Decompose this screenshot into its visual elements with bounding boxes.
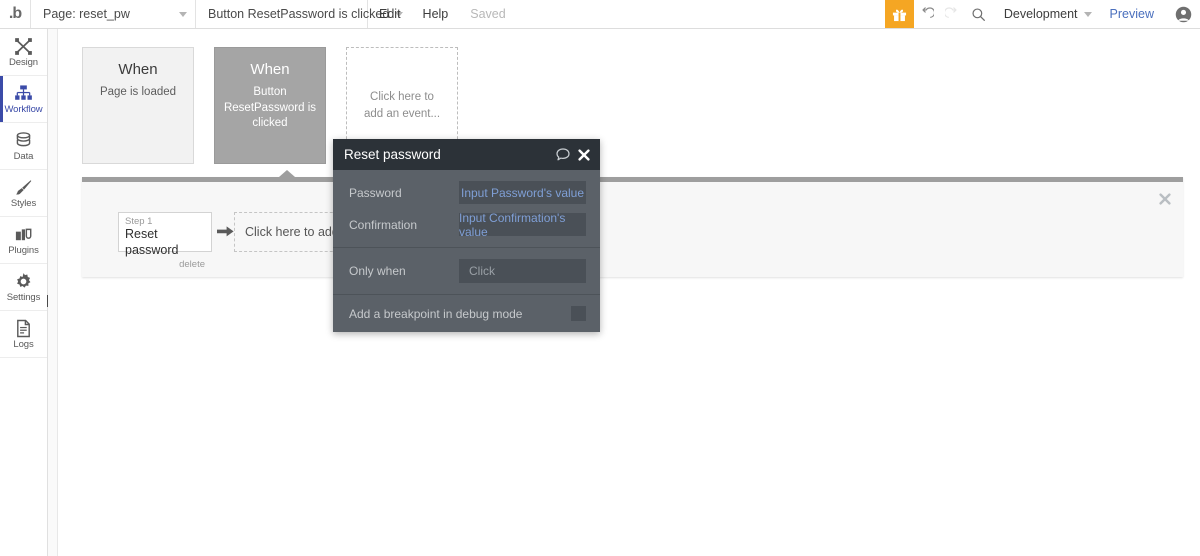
- sidebar-item-label: Design: [9, 56, 38, 68]
- version-selector-label: Development: [1003, 7, 1078, 21]
- field-label: Confirmation: [349, 217, 418, 232]
- version-selector-dropdown[interactable]: Development: [992, 0, 1098, 28]
- sidebar-item-label: Styles: [10, 197, 37, 209]
- actions-panel-close-icon[interactable]: [1159, 193, 1171, 205]
- action-properties-modal: Reset password Password Input Password's…: [333, 139, 600, 332]
- save-status-label: Saved: [470, 7, 506, 21]
- sidebar-item-styles[interactable]: Styles: [0, 170, 47, 217]
- only-when-input[interactable]: Click: [459, 259, 586, 283]
- design-tools-icon: [14, 37, 33, 56]
- actions-panel-pointer: [279, 170, 295, 177]
- comment-bubble-icon[interactable]: [556, 148, 570, 161]
- step-number-label: Step 1: [125, 216, 153, 227]
- page-selector-label: Page: reset_pw: [43, 7, 130, 21]
- sidebar-item-label: Logs: [13, 338, 34, 350]
- gift-icon[interactable]: [884, 0, 914, 28]
- document-lines-icon: [14, 319, 33, 338]
- arrow-right-icon: [217, 225, 234, 238]
- sidebar-item-settings[interactable]: Settings: [0, 264, 47, 311]
- workflow-canvas: When Page is loaded When Button ResetPas…: [59, 29, 1200, 556]
- plugins-icon: [14, 225, 33, 244]
- modal-only-when-row: Only when Click: [349, 259, 586, 283]
- event-card-button-resetpassword-clicked[interactable]: When Button ResetPassword is clicked: [214, 47, 326, 164]
- sidebar-item-plugins[interactable]: Plugins: [0, 217, 47, 264]
- breakpoint-label: Add a breakpoint in debug mode: [349, 306, 523, 321]
- top-toolbar: .b Page: reset_pw Button ResetPassword i…: [0, 0, 1200, 29]
- modal-title: Reset password: [344, 147, 441, 162]
- redo-icon[interactable]: [940, 0, 966, 28]
- event-when-label: When: [118, 61, 158, 78]
- event-description: Button ResetPassword is clicked: [223, 86, 317, 130]
- action-step-card[interactable]: Step 1 Reset password delete: [118, 212, 212, 270]
- sidebar-item-logs[interactable]: Logs: [0, 311, 47, 358]
- sidebar-item-label: Plugins: [8, 244, 39, 256]
- step-delete-link[interactable]: delete: [125, 259, 205, 270]
- chevron-down-icon: [1083, 11, 1092, 17]
- sidebar-item-workflow[interactable]: Workflow: [0, 76, 47, 123]
- page-selector-dropdown[interactable]: Page: reset_pw: [31, 0, 196, 28]
- chevron-down-icon: [179, 11, 187, 17]
- database-icon: [14, 131, 33, 150]
- add-event-label: Click here to add an event...: [363, 91, 441, 120]
- bubble-logo-text: .b: [8, 5, 22, 22]
- sidebar-item-data[interactable]: Data: [0, 123, 47, 170]
- field-value-button[interactable]: Input Confirmation's value: [459, 211, 586, 239]
- modal-field-row-confirmation: Confirmation Input Confirmation's value: [349, 211, 586, 239]
- bubble-logo[interactable]: .b: [0, 0, 31, 28]
- modal-breakpoint-row: Add a breakpoint in debug mode: [349, 306, 586, 321]
- edit-menu[interactable]: Edit: [368, 0, 412, 28]
- breakpoint-checkbox[interactable]: [571, 306, 586, 321]
- only-when-label: Only when: [349, 264, 406, 278]
- actions-panel-header-bar: [82, 177, 1183, 182]
- event-description: Page is loaded: [99, 86, 177, 98]
- field-label: Password: [349, 185, 402, 200]
- help-menu[interactable]: Help: [412, 0, 460, 28]
- search-icon[interactable]: [966, 0, 992, 28]
- preview-button[interactable]: Preview: [1098, 0, 1166, 28]
- gear-icon: [14, 272, 33, 291]
- step-title-label: Reset password: [125, 227, 179, 258]
- sidebar-item-label: Settings: [6, 291, 41, 303]
- event-when-label: When: [250, 61, 290, 78]
- event-selector-label: Button ResetPassword is clicked: [208, 7, 390, 21]
- modal-breakpoint-section: Add a breakpoint in debug mode: [333, 295, 600, 332]
- sidebar-item-label: Workflow: [4, 103, 43, 115]
- event-selector-dropdown[interactable]: Button ResetPassword is clicked: [196, 0, 404, 28]
- actions-panel: Step 1 Reset password delete Click here …: [82, 170, 1183, 277]
- modal-condition-section: Only when Click: [333, 248, 600, 295]
- modal-close-icon[interactable]: [578, 148, 590, 161]
- field-value-button[interactable]: Input Password's value: [459, 181, 586, 204]
- user-avatar-icon[interactable]: [1166, 0, 1200, 28]
- sidebar-item-label: Data: [13, 150, 34, 162]
- paintbrush-icon: [14, 178, 33, 197]
- modal-header: Reset password: [333, 139, 600, 170]
- canvas-gutter: [48, 29, 58, 556]
- modal-fields-section: Password Input Password's value Confirma…: [333, 170, 600, 248]
- modal-field-row-password: Password Input Password's value: [349, 181, 586, 204]
- left-sidebar: Design Workflow Data Styles Plugins Sett…: [0, 29, 55, 556]
- workflow-hierarchy-icon: [14, 84, 33, 103]
- sidebar-item-design[interactable]: Design: [0, 29, 47, 76]
- event-card-page-loaded[interactable]: When Page is loaded: [82, 47, 194, 164]
- undo-icon[interactable]: [914, 0, 940, 28]
